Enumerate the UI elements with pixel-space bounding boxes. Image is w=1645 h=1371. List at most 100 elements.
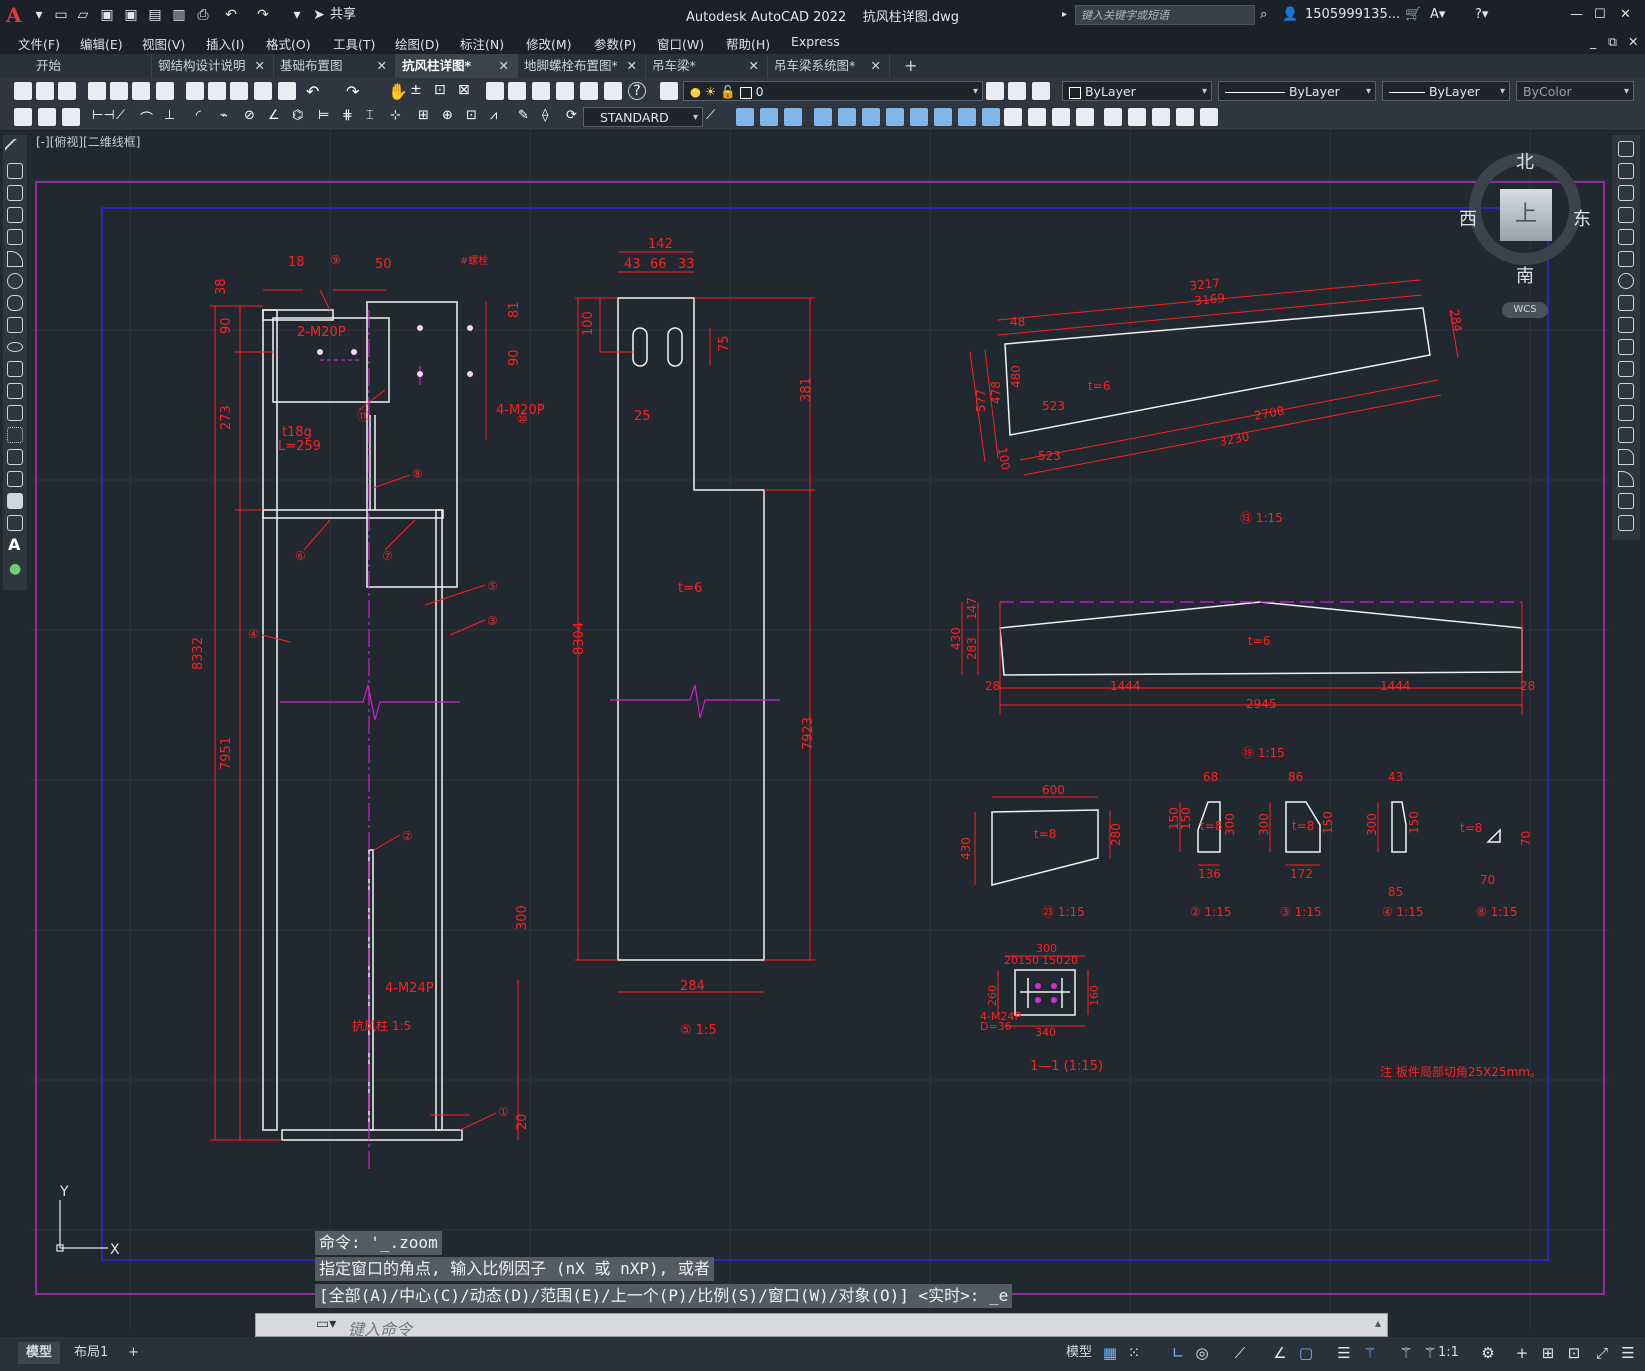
menu-modify[interactable]: 修改(M) — [526, 34, 572, 53]
minimize-icon[interactable]: — — [1570, 5, 1583, 25]
calculator-icon[interactable] — [604, 82, 622, 100]
designcenter-icon[interactable] — [508, 82, 526, 100]
viewport-label[interactable]: [-][俯视][二维线框] — [36, 134, 140, 149]
ucs-previous-icon[interactable] — [784, 108, 802, 126]
dim-text-edit-icon[interactable]: ⟠ — [542, 108, 560, 126]
zoom-window-icon[interactable]: ⊡ — [434, 82, 452, 100]
menu-dimension[interactable]: 标注(N) — [460, 34, 504, 53]
command-prompt-icon[interactable]: ▭▾ — [316, 1316, 336, 1332]
blockedit-icon[interactable] — [278, 82, 296, 100]
spline-icon[interactable] — [7, 317, 23, 333]
draworder-icon[interactable] — [14, 108, 32, 126]
compass-east[interactable]: 东 — [1573, 205, 1591, 231]
ucs-z-icon[interactable] — [1004, 108, 1022, 126]
compass-north[interactable]: 北 — [1516, 148, 1534, 174]
rotate-icon[interactable] — [1618, 273, 1634, 289]
dim-aligned-icon[interactable]: ⟋ — [116, 108, 134, 126]
gradient-icon[interactable] — [7, 471, 23, 487]
hatch-icon[interactable] — [7, 449, 23, 465]
copy-icon[interactable] — [1618, 163, 1634, 179]
close-tab-icon[interactable]: ✕ — [627, 54, 637, 78]
insert-block-icon[interactable] — [7, 383, 23, 399]
layer-previous-icon[interactable] — [1032, 82, 1050, 100]
chamfer-icon[interactable] — [1618, 449, 1634, 465]
tab-start[interactable]: 开始 — [30, 54, 152, 78]
pan-icon[interactable]: ✋ — [388, 82, 408, 101]
tolerance-icon[interactable]: ⊞ — [418, 108, 436, 126]
search-input[interactable]: 键入关键字或短语 — [1075, 5, 1255, 25]
toolpalettes-icon[interactable] — [532, 82, 550, 100]
markup-icon[interactable] — [580, 82, 598, 100]
print-icon[interactable]: ⎙ — [194, 6, 212, 24]
color-select[interactable]: ByLayer ▾ — [1062, 81, 1212, 101]
dimstyle-icon[interactable]: ⟋ — [706, 108, 724, 126]
menu-draw[interactable]: 绘图(D) — [395, 34, 439, 53]
break-icon[interactable] — [1618, 405, 1634, 421]
arc-icon[interactable] — [7, 251, 23, 267]
polyline-icon[interactable] — [7, 185, 23, 201]
layer-properties-icon[interactable] — [660, 82, 678, 100]
tab-wind-column[interactable]: 抗风柱详图* ✕ — [396, 54, 518, 78]
zoom-realtime-icon[interactable]: ± — [410, 82, 428, 100]
scale-icon[interactable] — [1618, 295, 1634, 311]
menu-parametric[interactable]: 参数(P) — [594, 34, 636, 53]
autocad-logo-icon[interactable]: A — [6, 3, 28, 27]
dim-ordinate-icon[interactable]: ⊥ — [164, 108, 182, 126]
clean-screen-icon[interactable]: ⤢ — [1592, 1344, 1612, 1362]
close-tab-icon[interactable]: ✕ — [377, 54, 387, 78]
join-icon[interactable] — [1618, 427, 1634, 443]
maximize-icon[interactable]: ☐ — [1594, 5, 1606, 25]
share-label[interactable]: 共享 — [330, 5, 356, 25]
customize-menu-icon[interactable]: ☰ — [1618, 1344, 1638, 1362]
plot-icon[interactable]: ▤ — [146, 6, 164, 24]
dim-space-icon[interactable]: ⌶ — [366, 108, 384, 126]
ucs-face-icon[interactable] — [814, 108, 832, 126]
close-tab-icon[interactable]: ✕ — [749, 54, 759, 78]
menu-help[interactable]: 帮助(H) — [726, 34, 770, 53]
user-name[interactable]: 1505999135... — [1305, 5, 1400, 25]
menu-window[interactable]: 窗口(W) — [657, 34, 704, 53]
search-icon[interactable]: ⌕ — [1260, 5, 1267, 25]
inspect-icon[interactable]: ⊡ — [466, 108, 484, 126]
named-ucs-icon[interactable] — [1052, 108, 1070, 126]
rectangle-icon[interactable] — [7, 229, 23, 245]
table-icon[interactable] — [7, 515, 23, 531]
ucs-object-icon[interactable] — [838, 108, 856, 126]
erase-icon[interactable] — [1618, 141, 1634, 157]
cut-icon[interactable] — [186, 82, 204, 100]
move-icon[interactable] — [1618, 251, 1634, 267]
help-icon[interactable]: ?▾ — [1475, 5, 1488, 25]
dimstyle-select[interactable]: STANDARD ▾ — [583, 107, 703, 127]
workspace-gear-icon[interactable]: ⚙ — [1478, 1344, 1498, 1362]
ucs-manager-icon[interactable] — [1076, 108, 1094, 126]
array-icon[interactable] — [1618, 229, 1634, 245]
tab-crane-beam[interactable]: 吊车梁* ✕ — [646, 54, 768, 78]
compass-south[interactable]: 南 — [1516, 262, 1534, 288]
tab-anchor-bolt[interactable]: 地脚螺栓布置图* ✕ — [518, 54, 646, 78]
undo-icon[interactable]: ↶ — [222, 6, 240, 24]
customize-icon[interactable]: ▾ — [288, 6, 306, 24]
menu-insert[interactable]: 插入(I) — [206, 34, 244, 53]
polygon-icon[interactable] — [7, 207, 23, 223]
jogged-linear-icon[interactable]: ⩘ — [490, 108, 508, 126]
add-selected-icon[interactable]: ● — [9, 561, 21, 577]
dim-jogged-icon[interactable]: ⌁ — [220, 108, 238, 126]
undo-icon[interactable]: ↶ — [306, 82, 324, 101]
doc-restore-icon[interactable]: ⧉ — [1608, 34, 1617, 50]
ucs-y-icon[interactable] — [982, 108, 1000, 126]
quickcalc-icon[interactable] — [1200, 108, 1218, 126]
linetype-select[interactable]: ByLayer ▾ — [1218, 81, 1376, 101]
command-input[interactable]: ▭▾ 键入命令 ▴ — [255, 1313, 1388, 1339]
trim-icon[interactable] — [1618, 339, 1634, 355]
point-icon[interactable] — [7, 427, 23, 443]
publish-icon[interactable] — [132, 82, 150, 100]
ellipse-icon[interactable] — [7, 342, 23, 352]
circle-icon[interactable] — [7, 273, 23, 289]
close-tab-icon[interactable]: ✕ — [871, 54, 881, 78]
close-tab-icon[interactable]: ✕ — [255, 54, 265, 78]
open-icon[interactable]: ▱ — [74, 6, 92, 24]
dim-angular-icon[interactable]: ∠ — [268, 108, 286, 126]
ellipse-arc-icon[interactable] — [7, 361, 23, 377]
ortho-icon[interactable]: ∟ — [1168, 1344, 1188, 1362]
dim-continue-icon[interactable]: ⋕ — [342, 108, 360, 126]
